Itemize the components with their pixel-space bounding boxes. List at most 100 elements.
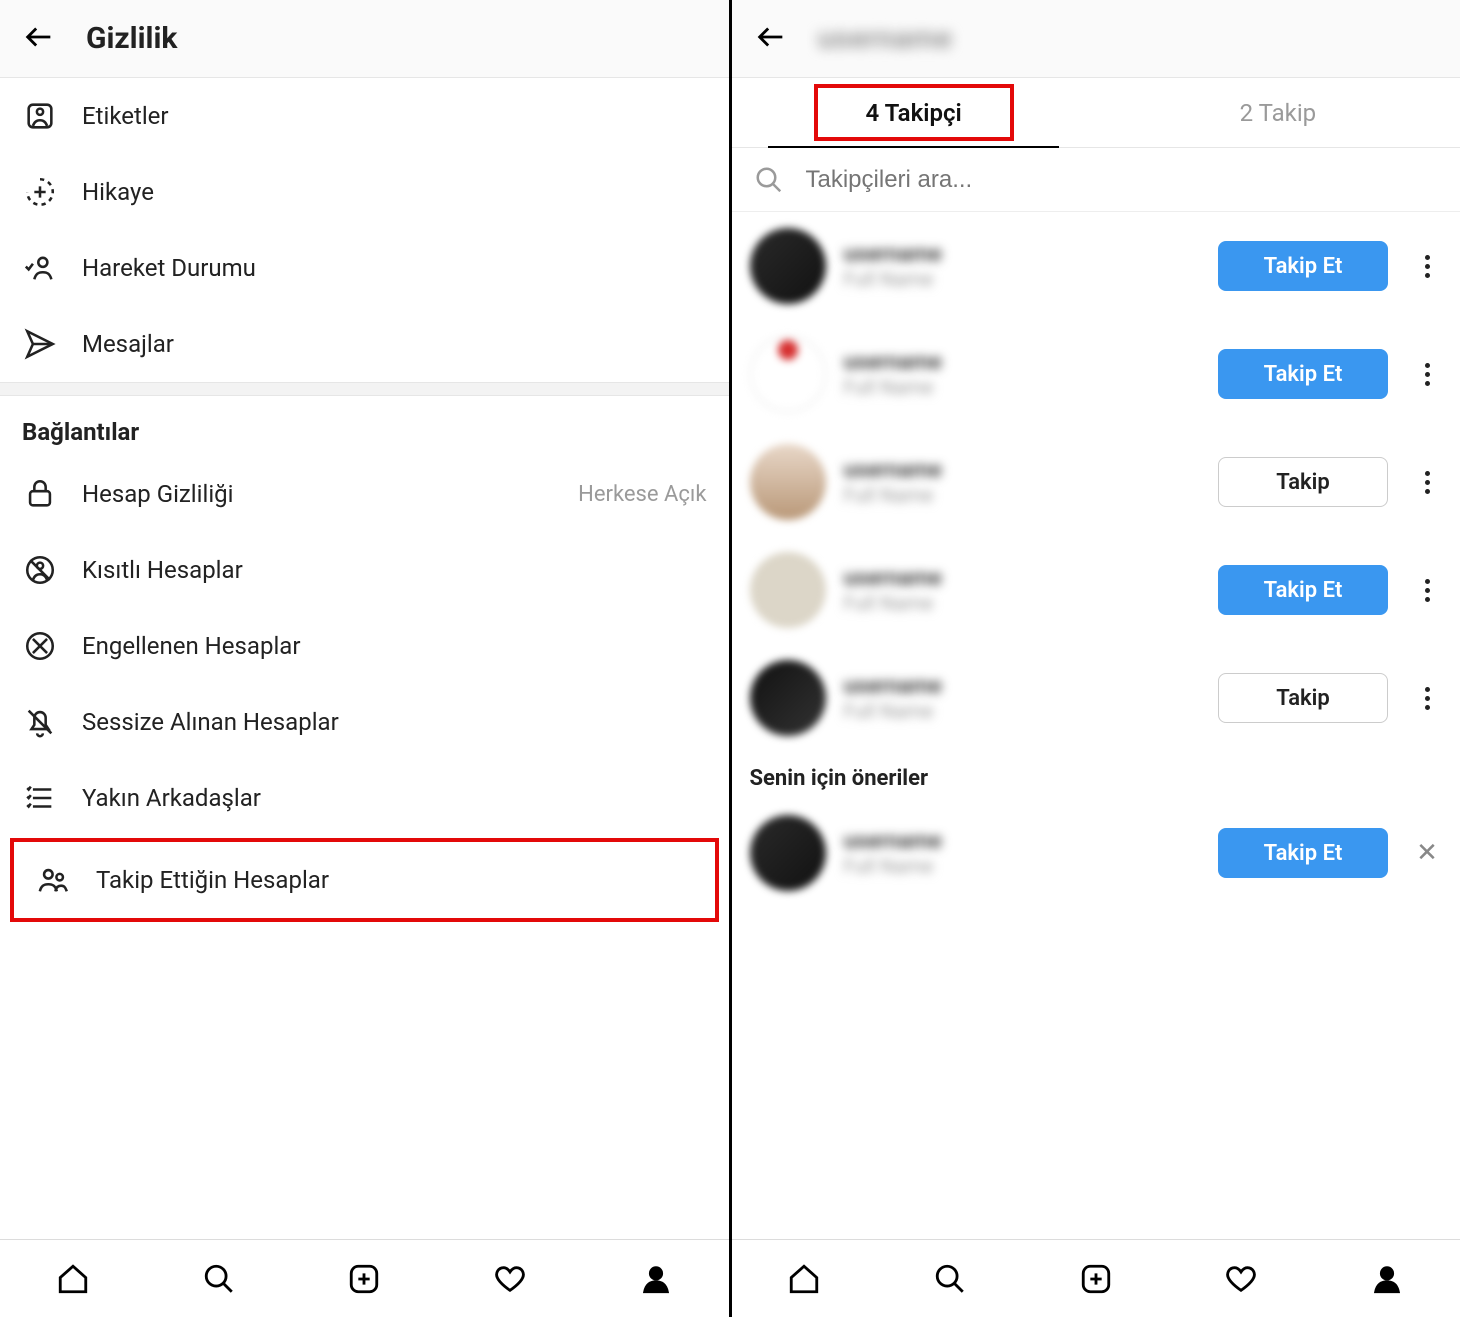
avatar[interactable] (750, 552, 826, 628)
blocked-icon (22, 628, 58, 664)
following-button[interactable]: Takip (1218, 673, 1388, 723)
bottom-nav (0, 1239, 729, 1317)
search-icon[interactable] (199, 1259, 239, 1299)
menu-label: Engellenen Hesaplar (82, 632, 300, 660)
menu-label: Kısıtlı Hesaplar (82, 556, 243, 584)
send-icon (22, 326, 58, 362)
search-icon (754, 165, 784, 195)
heart-icon[interactable] (1221, 1259, 1261, 1299)
fullname: Full Name (844, 699, 1201, 723)
privacy-settings-screen: Gizlilik Etiketler Hikaye Hareket Durumu… (0, 0, 731, 1317)
following-icon (36, 862, 72, 898)
menu-label: Sessize Alınan Hesaplar (82, 708, 339, 736)
user-info[interactable]: usernameFull Name (844, 350, 1201, 399)
profile-icon[interactable] (1367, 1259, 1407, 1299)
search-input[interactable] (806, 166, 1439, 194)
following-button[interactable]: Takip (1218, 457, 1388, 507)
topbar: username (732, 0, 1460, 78)
topbar: Gizlilik (0, 0, 729, 78)
close-icon[interactable]: ✕ (1412, 838, 1442, 868)
user-info[interactable]: usernameFull Name (844, 458, 1201, 507)
menu-label: Hesap Gizliliği (82, 480, 233, 508)
back-icon[interactable] (22, 20, 56, 58)
followers-list: usernameFull NameTakip EtusernameFull Na… (732, 212, 1460, 1239)
user-info[interactable]: usernameFull Name (844, 242, 1201, 291)
highlight-box: Takip Ettiğin Hesaplar (10, 838, 719, 922)
bottom-nav (732, 1239, 1460, 1317)
tag-icon (22, 98, 58, 134)
page-title: Gizlilik (86, 21, 177, 56)
menu-item-tags[interactable]: Etiketler (0, 78, 729, 154)
follow-button[interactable]: Takip Et (1218, 349, 1388, 399)
heart-icon[interactable] (490, 1259, 530, 1299)
restricted-icon (22, 552, 58, 588)
more-icon[interactable] (1412, 687, 1442, 710)
follower-row: usernameFull Name Takip Et ✕ (732, 799, 1460, 907)
home-icon[interactable] (784, 1259, 824, 1299)
follower-row: usernameFull Name Takip Et (732, 212, 1460, 320)
user-info[interactable]: usernameFull Name (844, 674, 1201, 723)
tab-following[interactable]: 2 Takip (1096, 78, 1460, 147)
menu-label: Yakın Arkadaşlar (82, 784, 261, 812)
privacy-status-text: Herkese Açık (578, 482, 706, 507)
muted-icon (22, 704, 58, 740)
followers-screen: username 4 Takipçi 2 Takip usernameFull … (731, 0, 1460, 1317)
follower-row: usernameFull Name Takip Et (732, 320, 1460, 428)
follower-row: usernameFull Name Takip (732, 644, 1460, 752)
search-icon[interactable] (930, 1259, 970, 1299)
username: username (844, 829, 1201, 854)
menu-label: Mesajlar (82, 330, 174, 358)
fullname: Full Name (844, 375, 1201, 399)
follow-button[interactable]: Takip Et (1218, 241, 1388, 291)
fullname: Full Name (844, 591, 1201, 615)
follow-button[interactable]: Takip Et (1218, 828, 1388, 878)
menu-item-story[interactable]: Hikaye (0, 154, 729, 230)
avatar[interactable] (750, 815, 826, 891)
more-icon[interactable] (1412, 255, 1442, 278)
username: username (844, 566, 1201, 591)
avatar[interactable] (750, 444, 826, 520)
username: username (844, 674, 1201, 699)
profile-icon[interactable] (636, 1259, 676, 1299)
menu-item-blocked[interactable]: Engellenen Hesaplar (0, 608, 729, 684)
menu-label: Etiketler (82, 102, 169, 130)
add-icon[interactable] (1076, 1259, 1116, 1299)
avatar[interactable] (750, 336, 826, 412)
tab-followers[interactable]: 4 Takipçi (732, 78, 1096, 147)
fullname: Full Name (844, 267, 1201, 291)
profile-username: username (818, 21, 952, 56)
more-icon[interactable] (1412, 363, 1442, 386)
more-icon[interactable] (1412, 471, 1442, 494)
section-header-connections: Bağlantılar (0, 396, 729, 456)
fullname: Full Name (844, 854, 1201, 878)
suggestions-header: Senin için öneriler (732, 752, 1460, 799)
menu-item-account-privacy[interactable]: Hesap Gizliliği Herkese Açık (0, 456, 729, 532)
follow-button[interactable]: Takip Et (1218, 565, 1388, 615)
lock-icon (22, 476, 58, 512)
back-icon[interactable] (754, 20, 788, 58)
menu-item-restricted[interactable]: Kısıtlı Hesaplar (0, 532, 729, 608)
menu-label: Takip Ettiğin Hesaplar (96, 866, 329, 894)
menu-item-accounts-you-follow[interactable]: Takip Ettiğin Hesaplar (14, 842, 715, 918)
add-icon[interactable] (344, 1259, 384, 1299)
user-info[interactable]: usernameFull Name (844, 829, 1201, 878)
username: username (844, 458, 1201, 483)
more-icon[interactable] (1412, 579, 1442, 602)
menu-label: Hareket Durumu (82, 254, 256, 282)
menu-item-muted[interactable]: Sessize Alınan Hesaplar (0, 684, 729, 760)
avatar[interactable] (750, 228, 826, 304)
tabs: 4 Takipçi 2 Takip (732, 78, 1460, 148)
menu-item-activity-status[interactable]: Hareket Durumu (0, 230, 729, 306)
home-icon[interactable] (53, 1259, 93, 1299)
menu-item-messages[interactable]: Mesajlar (0, 306, 729, 382)
closefriends-icon (22, 780, 58, 816)
user-info[interactable]: usernameFull Name (844, 566, 1201, 615)
search-row[interactable] (732, 148, 1460, 212)
username: username (844, 242, 1201, 267)
fullname: Full Name (844, 483, 1201, 507)
story-icon (22, 174, 58, 210)
divider (0, 382, 729, 396)
menu-item-close-friends[interactable]: Yakın Arkadaşlar (0, 760, 729, 836)
avatar[interactable] (750, 660, 826, 736)
activity-icon (22, 250, 58, 286)
